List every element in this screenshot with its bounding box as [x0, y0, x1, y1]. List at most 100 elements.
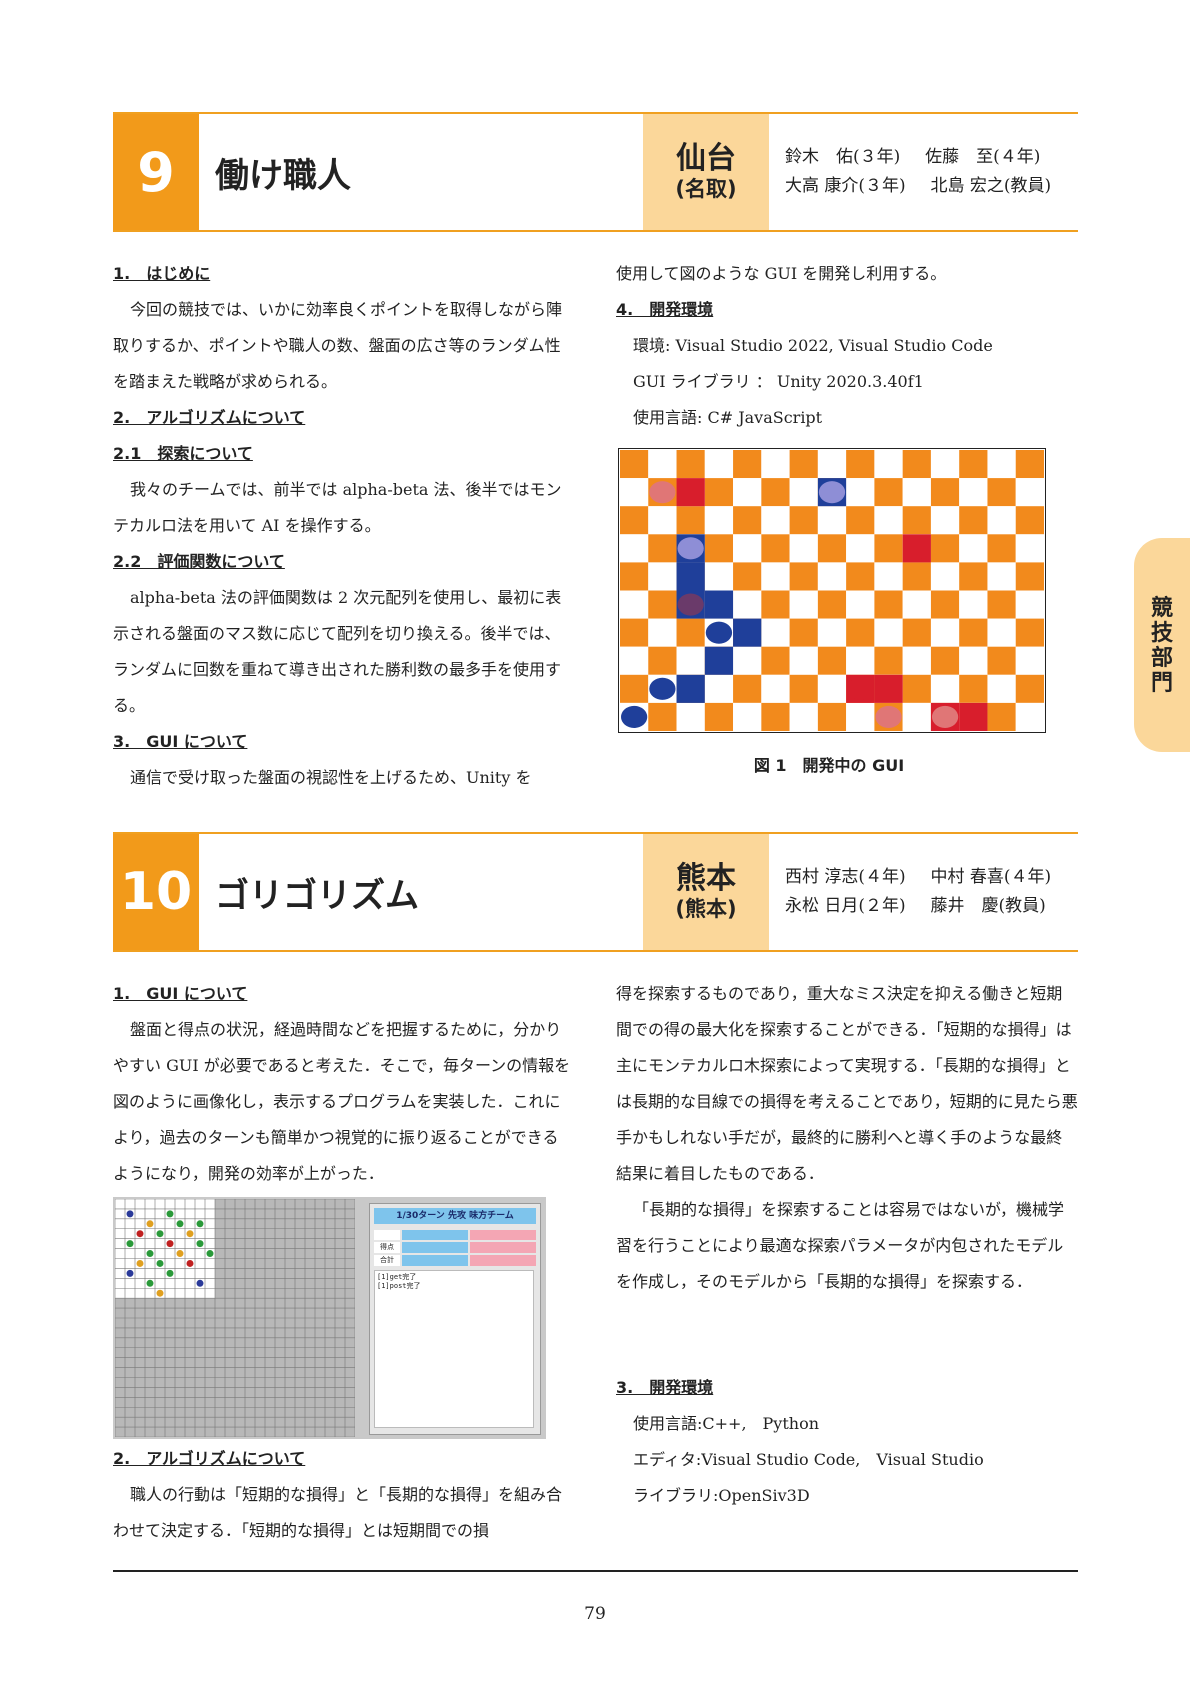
- grid-agent: [166, 1240, 174, 1248]
- member-role: (４年): [1003, 867, 1052, 887]
- blue-agent: [677, 593, 704, 616]
- board-cell: [648, 618, 677, 647]
- board-cell: [1015, 590, 1044, 619]
- board-cell: [733, 674, 762, 703]
- article-10-header: 10 ゴリゴリズム 熊本 (熊本) 西村 淳志(４年) 中村 春喜(４年) 永松…: [113, 832, 1078, 952]
- total-row-label: 合計: [374, 1255, 400, 1266]
- paragraph: 今回の競技では、いかに効率良くポイントを取得しながら陣取りするか、ポイントや職人…: [113, 300, 563, 391]
- article-10-right-column: 得を探索するものであり，重大なミス決定を抑える働きと短期間での得の最大化を探索す…: [616, 976, 1078, 1300]
- board-cell: [874, 562, 903, 591]
- board-cell: [789, 506, 818, 535]
- board-cell: [987, 534, 1016, 563]
- board-cell: [620, 618, 649, 647]
- board-cell: [733, 450, 762, 479]
- blue-agent: [677, 537, 704, 560]
- board-cell: [789, 590, 818, 619]
- board-cell: [620, 674, 649, 703]
- board-cell: [846, 618, 875, 647]
- figure-board-gui: [618, 448, 1046, 733]
- grid-agent: [156, 1230, 164, 1238]
- board-cell: [874, 590, 903, 619]
- article-9-right-column: 使用して図のような GUI を開発し利用する。 4. 開発環境 環境: Visu…: [616, 256, 1078, 436]
- board-cell: [902, 450, 931, 479]
- red-agent: [875, 705, 902, 728]
- board-cell: [789, 534, 818, 563]
- school-city: 熊本: [676, 861, 736, 896]
- member-list: 西村 淳志(４年) 中村 春喜(４年) 永松 日月(２年) 藤井 慶(教員): [785, 834, 1085, 950]
- board-cell: [676, 506, 705, 535]
- board-cell: [874, 478, 903, 507]
- board-cell: [789, 618, 818, 647]
- board-cell: [704, 478, 734, 507]
- red-agent: [847, 677, 874, 700]
- board-cell: [874, 618, 903, 647]
- board-cell: [733, 478, 762, 507]
- board-cell: [704, 562, 734, 591]
- board-cell: [817, 534, 847, 563]
- member-role: (３年): [853, 147, 901, 167]
- member-role: (４年): [993, 147, 1041, 167]
- board-cell: [1015, 674, 1044, 703]
- board-cell: [789, 478, 818, 507]
- article-number: 10: [113, 834, 199, 950]
- env-line: エディタ:Visual Studio Code, Visual Studio: [633, 1450, 984, 1469]
- board-cell: [761, 674, 790, 703]
- paragraph: 使用して図のような GUI を開発し利用する。: [616, 264, 947, 283]
- board-cell: [620, 534, 649, 563]
- article-title: 働け職人: [215, 155, 351, 196]
- article-9-header: 9 働け職人 仙台 (名取) 鈴木 佑(３年) 佐藤 至(４年) 大高 康介(３…: [113, 112, 1078, 232]
- board-cell: [930, 590, 960, 619]
- section-side-tab: 競技部門: [1134, 538, 1190, 752]
- board-cell: [761, 646, 790, 675]
- school-campus: (名取): [675, 177, 737, 201]
- grid-agent: [146, 1250, 154, 1258]
- board-cell: [987, 702, 1016, 731]
- grid-agent: [156, 1259, 164, 1267]
- grid-agent: [126, 1269, 134, 1277]
- board-cell: [902, 646, 931, 675]
- board-cell: [987, 646, 1016, 675]
- board-cell: [1015, 534, 1044, 563]
- board-cell: [846, 646, 875, 675]
- red-territory: [676, 478, 705, 507]
- board-cell: [733, 646, 762, 675]
- section-heading: 2.2 評価関数について: [113, 552, 285, 571]
- board-cell: [987, 478, 1016, 507]
- member-name: 永松 日月: [785, 896, 859, 916]
- board-cell: [789, 702, 818, 731]
- board-cell: [648, 702, 677, 731]
- grid-agent: [196, 1240, 204, 1248]
- board-cell: [648, 590, 677, 619]
- article-10-left-column: 1. GUI について 盤面と得点の状況，経過時間などを把握するために，分かりや…: [113, 976, 573, 1192]
- board-cell: [902, 618, 931, 647]
- board-cell: [817, 562, 847, 591]
- grid-agent: [196, 1220, 204, 1228]
- board-cell: [789, 674, 818, 703]
- school-city: 仙台: [676, 141, 736, 176]
- member-row: 鈴木 佑(３年) 佐藤 至(４年): [785, 143, 1085, 172]
- footer-rule: [113, 1570, 1078, 1572]
- env-line: 使用言語:C++, Python: [633, 1414, 820, 1433]
- member-name: 藤井 慶: [930, 896, 999, 916]
- board-cell: [987, 618, 1016, 647]
- grid-agent: [156, 1289, 164, 1297]
- member-role: (教員): [1003, 176, 1052, 196]
- board-cell: [959, 478, 988, 507]
- member-role: (教員): [998, 896, 1046, 916]
- section-heading: 3. GUI について: [113, 732, 248, 751]
- board-cell: [817, 646, 847, 675]
- board-cell: [959, 506, 988, 535]
- board-cell: [761, 450, 790, 479]
- score-table: 得点 合計: [374, 1230, 536, 1266]
- board-cell: [761, 618, 790, 647]
- board-cell: [761, 590, 790, 619]
- log-box: [1]get完了 [1]post完了: [374, 1270, 534, 1428]
- board-cell: [761, 534, 790, 563]
- grid-agent: [146, 1220, 154, 1228]
- paragraph: 「長期的な損得」を探索することは容易ではないが，機械学習を行うことにより最適な探…: [616, 1200, 1065, 1291]
- env-line: GUI ライブラリ ： Unity 2020.3.40f1: [633, 372, 924, 391]
- board-cell: [817, 702, 847, 731]
- red-territory: [959, 702, 988, 731]
- board-cell: [987, 590, 1016, 619]
- board-cell: [648, 534, 677, 563]
